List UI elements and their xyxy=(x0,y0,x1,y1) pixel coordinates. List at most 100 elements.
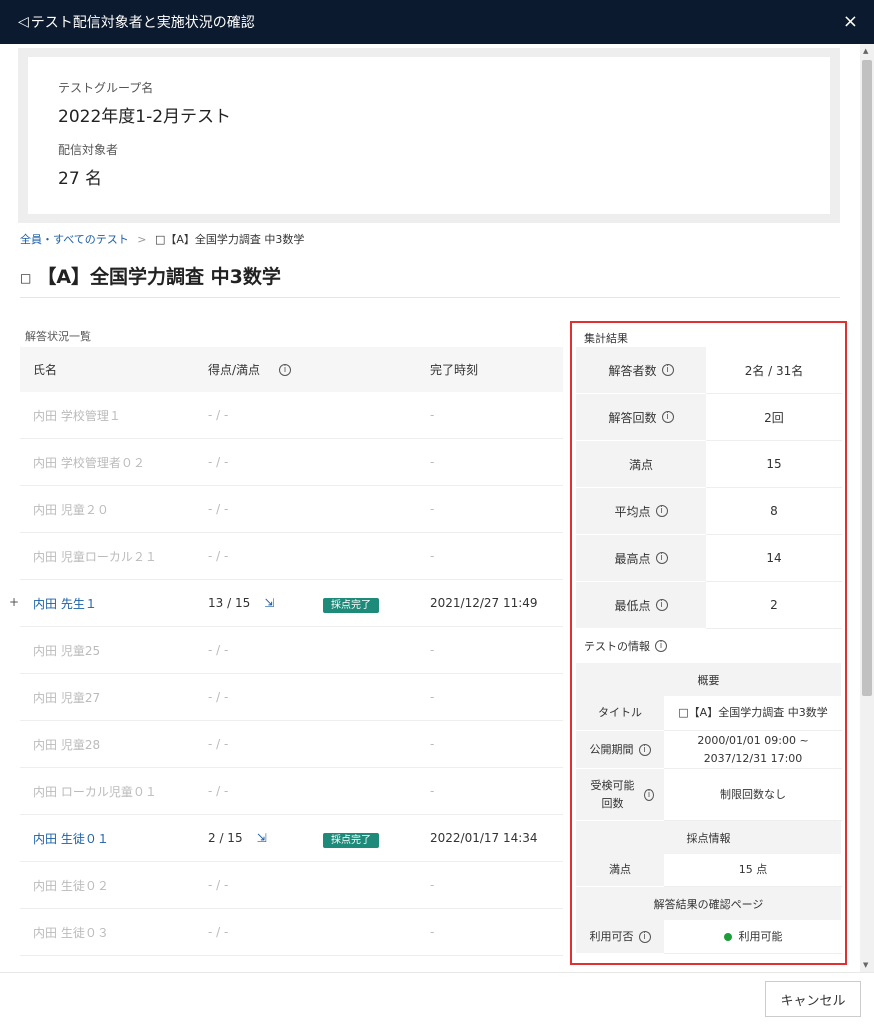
info-icon[interactable]: i xyxy=(655,552,668,564)
table-row: 内田 生徒０２ - / - - xyxy=(20,862,563,909)
row-time: - xyxy=(430,784,435,798)
target-label: 配信対象者 xyxy=(58,143,119,157)
info-value: 2000/01/01 09:00 ~ 2037/12/31 17:00 xyxy=(664,731,842,769)
scrollbar-thumb[interactable] xyxy=(862,60,872,696)
stat-label: 満点 xyxy=(576,441,706,488)
stat-label-text: 解答回数 xyxy=(608,410,657,425)
scroll-up-icon[interactable]: ▲ xyxy=(863,47,868,55)
test-info-title: テストの情報 i xyxy=(576,629,841,663)
close-icon[interactable]: × xyxy=(843,11,858,32)
aggregate-title: 集計結果 xyxy=(584,332,628,345)
group-label: テストグループ名 xyxy=(58,81,154,95)
info-icon[interactable]: i xyxy=(661,364,674,376)
open-result-icon[interactable]: ⇲ xyxy=(257,831,267,845)
expand-icon[interactable]: + xyxy=(9,595,19,609)
info-label: 公開期間 i xyxy=(576,731,664,769)
stat-label: 解答回数 i xyxy=(576,394,706,441)
row-status: 採点完了 xyxy=(323,596,430,613)
table-row: 内田 生徒０３ - / - - xyxy=(20,909,563,956)
row-score: - / - xyxy=(208,549,229,563)
row-score: 13 / 15 ⇲ xyxy=(198,596,323,610)
row-name-link[interactable]: 内田 先生１ xyxy=(33,597,97,611)
summary-card: テストグループ名 2022年度1-2月テスト 配信対象者 27 名 xyxy=(18,48,840,223)
page-title: □ 【A】全国学力調査 中3数学 xyxy=(20,262,281,289)
row-time: - xyxy=(430,878,435,892)
info-value: 制限回数なし xyxy=(664,769,842,821)
table-row: 内田 児童２０ - / - - xyxy=(20,486,563,533)
result-page-section: 解答結果の確認ページ xyxy=(576,887,841,920)
stat-label-text: 最高点 xyxy=(614,551,651,566)
row-status: 採点完了 xyxy=(323,831,430,848)
stat-label-text: 解答者数 xyxy=(608,363,657,378)
header-completed: 完了時刻 xyxy=(430,363,479,377)
table-row: 内田 児童ローカル２１ - / - - xyxy=(20,533,563,580)
stat-label: 最高点 i xyxy=(576,535,706,582)
info-label: 満点 xyxy=(576,854,664,887)
row-score: - / - xyxy=(208,408,229,422)
row-time: - xyxy=(430,643,435,657)
stat-value: 2 xyxy=(706,582,842,629)
table-row: 内田 学校管理者０２ - / - - xyxy=(20,439,563,486)
info-icon[interactable]: i xyxy=(643,788,654,801)
row-name: 内田 学校管理者０２ xyxy=(33,455,145,470)
breadcrumb-current: □【A】全国学力調査 中3数学 xyxy=(155,233,305,246)
info-icon[interactable]: i xyxy=(661,411,674,423)
row-name: 内田 児童ローカル２１ xyxy=(33,549,157,564)
breadcrumb-root-link[interactable]: 全員・すべてのテスト xyxy=(20,233,129,246)
row-name: 内田 ローカル児童０１ xyxy=(33,784,157,799)
table-row: 内田 生徒０１ 2 / 15 ⇲ 採点完了 2022/01/17 14:34 xyxy=(20,815,563,862)
target-value: 27 名 xyxy=(58,169,103,189)
row-name: 内田 先生１ xyxy=(20,595,198,612)
stat-label-text: 最低点 xyxy=(614,598,651,613)
row-score: - / - xyxy=(208,690,229,704)
row-name: 内田 児童25 xyxy=(33,643,101,658)
open-result-icon[interactable]: ⇲ xyxy=(264,596,274,610)
scroll-down-icon[interactable]: ▼ xyxy=(863,961,868,969)
row-score: - / - xyxy=(208,878,229,892)
overview-section: 概要 xyxy=(576,663,841,696)
row-time: 2021/12/27 11:49 xyxy=(430,596,538,610)
answer-list-label: 解答状況一覧 xyxy=(25,330,91,343)
breadcrumb-separator: > xyxy=(137,233,147,246)
row-score: - / - xyxy=(208,925,229,939)
row-time: - xyxy=(430,502,435,516)
stat-value: 15 xyxy=(706,441,842,488)
dialog-body[interactable]: テストグループ名 2022年度1-2月テスト 配信対象者 27 名 全員・すべて… xyxy=(0,44,874,972)
row-time: - xyxy=(430,408,435,422)
stat-label-text: 平均点 xyxy=(614,504,651,519)
info-label: タイトル xyxy=(576,696,664,731)
test-info-title-text: テストの情報 xyxy=(584,640,650,653)
row-name: 内田 児童27 xyxy=(33,690,101,705)
availability-text: 利用可能 xyxy=(738,929,783,943)
info-value: □【A】全国学力調査 中3数学 xyxy=(664,696,842,731)
answer-status-table: 氏名 得点/満点 i 完了時刻 内田 学校管理１ - / - - 内田 学校管理者… xyxy=(9,347,563,956)
table-row: 内田 児童25 - / - - xyxy=(20,627,563,674)
info-icon[interactable]: i xyxy=(655,505,668,517)
row-name: 内田 生徒０３ xyxy=(33,925,109,940)
info-value: 利用可能 xyxy=(664,920,842,954)
stat-label: 平均点 i xyxy=(576,488,706,535)
row-name: 内田 児童２０ xyxy=(33,502,109,517)
stat-label-text: 満点 xyxy=(628,457,653,472)
grading-grid: 満点 15 点 xyxy=(576,854,842,887)
table-row: 内田 学校管理１ - / - - xyxy=(20,392,563,439)
row-time: - xyxy=(430,690,435,704)
info-icon[interactable]: i xyxy=(279,363,292,376)
cancel-button[interactable]: キャンセル xyxy=(765,981,861,1017)
row-time: - xyxy=(430,455,435,469)
info-icon[interactable]: i xyxy=(638,930,651,943)
table-row: 内田 ローカル児童０１ - / - - xyxy=(20,768,563,815)
grading-section: 採点情報 xyxy=(576,821,841,854)
status-dot-icon xyxy=(723,932,732,941)
scrollbar[interactable]: ▲ ▼ xyxy=(860,44,874,972)
row-score-text: 13 / 15 xyxy=(208,596,251,610)
stat-label: 解答者数 i xyxy=(576,347,706,394)
info-value: 15 点 xyxy=(664,854,842,887)
row-score: - / - xyxy=(208,455,229,469)
row-name-link[interactable]: 内田 生徒０１ xyxy=(33,832,109,846)
info-label-text: 利用可否 xyxy=(589,929,634,943)
info-icon[interactable]: i xyxy=(655,599,668,611)
info-icon[interactable]: i xyxy=(638,743,651,756)
info-icon[interactable]: i xyxy=(655,640,667,652)
megaphone-icon: ◁ xyxy=(18,14,29,30)
